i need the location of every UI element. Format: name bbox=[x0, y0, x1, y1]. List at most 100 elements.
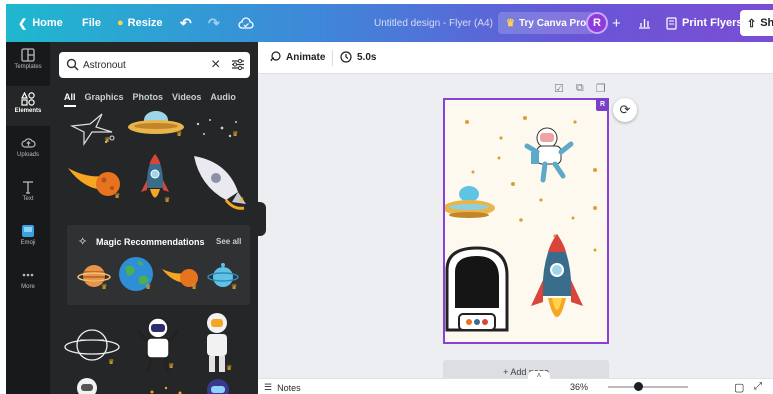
rail-item-emoji[interactable]: Emoji bbox=[6, 218, 50, 258]
pro-crown-icon: ♛ bbox=[108, 359, 115, 366]
notes-button[interactable]: ☰ Notes bbox=[264, 382, 301, 393]
insights-chart-icon[interactable] bbox=[638, 4, 651, 42]
magic-recommendations: ✧ Magic Recommendations See all ♛ ♛ ♛ ♛ bbox=[67, 225, 250, 305]
zoom-level[interactable]: 36% bbox=[570, 382, 588, 392]
element-astronaut-helmet[interactable] bbox=[204, 378, 232, 394]
element-earth[interactable]: ♛ bbox=[117, 255, 155, 293]
pro-crown-icon: ♛ bbox=[114, 193, 121, 200]
undo-icon[interactable]: ↶ bbox=[180, 4, 192, 42]
add-collaborator-icon[interactable]: + bbox=[612, 4, 621, 42]
chevron-left-icon: ❮ bbox=[18, 17, 28, 30]
try-canva-pro-button[interactable]: ♛ Try Canva Pro bbox=[498, 12, 595, 34]
element-saturn-outline[interactable]: ♛ bbox=[64, 320, 120, 370]
search-input[interactable] bbox=[83, 57, 203, 73]
page-tools: ☑ ⧉ ❐ bbox=[554, 82, 606, 95]
collaborator-badge: R bbox=[596, 98, 609, 111]
element-planet-blue[interactable]: ♛ bbox=[207, 261, 239, 291]
design-title[interactable]: Untitled design - Flyer (A4) bbox=[374, 4, 493, 42]
pro-crown-icon: ♛ bbox=[101, 284, 108, 291]
element-saturn[interactable]: ♛ bbox=[77, 261, 111, 291]
rail-item-elements[interactable]: Elements bbox=[6, 86, 50, 126]
element-astronaut-float[interactable] bbox=[72, 376, 102, 394]
flyer-artwork bbox=[445, 116, 597, 332]
left-navigation-rail: Templates Elements Uploads Text Emoji Mo… bbox=[6, 42, 50, 394]
text-icon bbox=[23, 181, 33, 194]
resize-button[interactable]: ● Resize bbox=[117, 4, 163, 42]
element-rocket-sketch[interactable]: ♛ bbox=[188, 152, 248, 210]
top-toolbar: ❮ Home File ● Resize ↶ ↷ Untitled design… bbox=[6, 4, 773, 42]
toolbar-divider bbox=[332, 50, 333, 66]
rail-item-more[interactable]: More bbox=[6, 262, 50, 302]
ufo bbox=[445, 186, 495, 218]
redo-icon[interactable]: ↷ bbox=[208, 4, 220, 42]
pro-crown-icon: ♛ bbox=[168, 363, 175, 370]
content-tabs: All Graphics Photos Videos Audio bbox=[64, 92, 236, 107]
editor-toolbar: Animate 5.0s bbox=[258, 42, 773, 74]
tab-photos[interactable]: Photos bbox=[133, 92, 164, 106]
element-astronaut-standing[interactable]: ♛ bbox=[200, 312, 234, 374]
share-button[interactable]: ⇧ Sh bbox=[740, 10, 773, 36]
clock-icon bbox=[340, 51, 352, 63]
file-menu[interactable]: File bbox=[82, 4, 101, 42]
element-ufo[interactable]: ♛ bbox=[126, 110, 186, 140]
elements-panel: × All Graphics Photos Videos Audio ♛ ♛ ♛ bbox=[50, 42, 258, 394]
emoji-icon bbox=[22, 225, 34, 237]
print-icon bbox=[666, 16, 677, 30]
rail-item-uploads[interactable]: Uploads bbox=[6, 130, 50, 170]
pro-crown-icon: ♛ bbox=[164, 197, 171, 204]
see-all-link[interactable]: See all bbox=[216, 237, 241, 246]
home-button[interactable]: ❮ Home bbox=[18, 4, 63, 42]
flying-astronaut bbox=[524, 127, 574, 183]
refresh-icon[interactable]: ⟳ bbox=[613, 98, 637, 122]
element-astronaut-outline[interactable]: ♛ bbox=[136, 316, 180, 374]
search-icon bbox=[66, 58, 79, 71]
zoom-slider-handle[interactable] bbox=[634, 382, 643, 391]
fullscreen-icon[interactable]: ⤢ bbox=[754, 381, 762, 392]
element-comet-small[interactable]: ♛ bbox=[161, 263, 201, 291]
animate-button[interactable]: Animate bbox=[269, 51, 325, 63]
pro-crown-icon: ♛ bbox=[238, 197, 245, 204]
grid-view-icon[interactable]: ▢ bbox=[734, 381, 744, 394]
editor-footer: ˄ ☰ Notes 36% ▢ ⤢ bbox=[258, 371, 773, 394]
tab-audio[interactable]: Audio bbox=[210, 92, 236, 106]
rail-item-templates[interactable]: Templates bbox=[6, 42, 50, 82]
duration-button[interactable]: 5.0s bbox=[340, 51, 376, 63]
templates-icon bbox=[21, 48, 35, 62]
canva-editor: ❮ Home File ● Resize ↶ ↷ Untitled design… bbox=[6, 4, 773, 394]
pro-crown-icon: ♛ bbox=[226, 365, 233, 372]
clear-search-icon[interactable]: × bbox=[211, 55, 220, 75]
avatar[interactable]: R bbox=[586, 12, 608, 34]
tab-all[interactable]: All bbox=[64, 92, 76, 106]
element-sparkles[interactable] bbox=[146, 384, 186, 394]
zoom-slider[interactable] bbox=[608, 386, 688, 388]
share-icon: ⇧ bbox=[747, 17, 757, 30]
lock-icon[interactable]: ☑ bbox=[554, 82, 564, 95]
pro-crown-icon: ♛ bbox=[104, 137, 111, 144]
print-flyers-button[interactable]: Print Flyers bbox=[666, 4, 743, 42]
search-bar: × bbox=[59, 52, 250, 78]
magic-recommendations-title: Magic Recommendations bbox=[96, 237, 205, 247]
collapse-panel-handle[interactable] bbox=[258, 202, 266, 236]
flyer-artboard[interactable] bbox=[443, 98, 609, 344]
chevron-up-icon[interactable]: ˄ bbox=[528, 371, 550, 381]
pro-crown-icon: ♛ bbox=[231, 284, 238, 291]
rail-item-text[interactable]: Text bbox=[6, 174, 50, 214]
crown-icon: ● bbox=[117, 17, 124, 29]
uploads-icon bbox=[20, 138, 36, 148]
animate-icon bbox=[270, 51, 281, 62]
tab-videos[interactable]: Videos bbox=[172, 92, 201, 106]
pro-crown-icon: ♛ bbox=[176, 131, 183, 138]
filter-icon[interactable] bbox=[231, 58, 245, 71]
cloud-sync-icon[interactable] bbox=[238, 4, 254, 42]
element-rocket[interactable]: ♛ bbox=[140, 152, 170, 208]
element-stars-scatter[interactable]: ♛ bbox=[190, 114, 246, 142]
tab-graphics[interactable]: Graphics bbox=[85, 92, 124, 106]
duplicate-page-icon[interactable]: ⧉ bbox=[576, 82, 584, 95]
element-comet[interactable]: ♛ bbox=[66, 160, 126, 200]
crown-icon: ♛ bbox=[506, 17, 515, 29]
element-star-line-art[interactable]: ♛ bbox=[62, 112, 120, 146]
add-page-icon[interactable]: ❐ bbox=[596, 82, 606, 95]
sparkle-icon: ✧ bbox=[78, 236, 88, 248]
more-icon bbox=[22, 273, 34, 277]
pro-crown-icon: ♛ bbox=[191, 284, 198, 291]
